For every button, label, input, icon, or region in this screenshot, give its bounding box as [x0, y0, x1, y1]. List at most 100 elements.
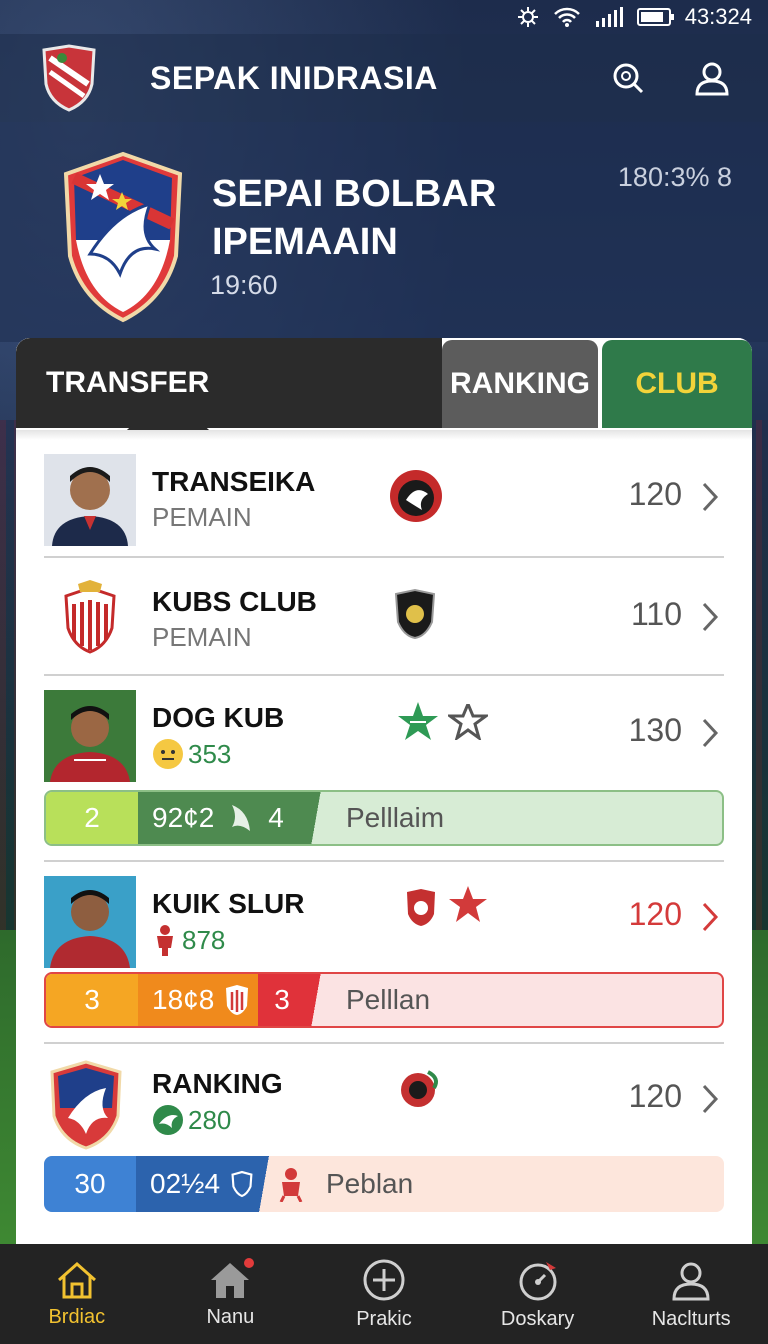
settings-status-icon	[517, 6, 539, 28]
list-item[interactable]: KUBS CLUB PEMAIN 110	[44, 570, 724, 674]
club-crest-icon	[64, 580, 116, 654]
list-item[interactable]: TRANSEIKA PEMAIN 120	[44, 450, 724, 554]
nav-item-doskary[interactable]: Doskary	[461, 1244, 615, 1344]
stat-bar-label: Pelllaim	[346, 802, 445, 833]
stat-bar-seg-b-value: 02½4	[150, 1168, 221, 1199]
nav-label: Naclturts	[651, 1307, 731, 1330]
search-icon[interactable]	[608, 58, 648, 98]
list-item[interactable]: RANKING 280 120	[44, 1056, 724, 1156]
player-name: TRANSEIKA	[152, 466, 316, 497]
nav-label: Prakic	[356, 1307, 412, 1330]
hero-title-line2: IPEMAAIN	[212, 221, 398, 263]
content-panel: TRANSFER RANKING CLUB TRANSEIKA PEMAIN 1…	[16, 338, 752, 1248]
club-role: PEMAIN	[152, 622, 252, 652]
player-score: 130	[628, 712, 682, 748]
player-stat: 353	[152, 738, 231, 770]
player-stat-value: 353	[188, 738, 232, 769]
home-icon	[57, 1261, 96, 1298]
club-crest-icon	[50, 1060, 122, 1150]
chevron-right-icon[interactable]	[696, 1082, 724, 1116]
status-time: 43:324	[684, 4, 752, 29]
nav-item-nanu[interactable]: Nanu	[154, 1244, 308, 1344]
club-badge-icon	[401, 1070, 438, 1107]
stat-bar-seg-b: 02½4	[136, 1156, 254, 1212]
bottom-navigation: Brdiac Nanu Prakic Doskary Naclturts	[0, 1244, 768, 1344]
profile-icon[interactable]	[692, 58, 732, 98]
chevron-right-icon[interactable]	[696, 716, 724, 750]
face-icon	[153, 739, 183, 769]
club-stat: 280	[152, 1104, 231, 1136]
stat-bar-seg-a: 2	[46, 792, 138, 844]
stat-bar-label: Peblan	[326, 1168, 414, 1199]
stat-bar-slant	[254, 1156, 274, 1212]
chevron-right-icon[interactable]	[696, 480, 724, 514]
nav-item-brdiac[interactable]: Brdiac	[0, 1244, 154, 1344]
player-name: KUIK SLUR	[152, 888, 305, 919]
club-name: KUBS CLUB	[152, 586, 317, 617]
player-stat-value: 878	[182, 924, 226, 955]
hero-meta: 180:3% 8	[617, 162, 732, 192]
tab-bar: TRANSFER RANKING CLUB	[16, 338, 752, 430]
timer-icon	[519, 1261, 557, 1300]
hero-subtitle: 19:60	[210, 270, 278, 300]
shield-icon	[231, 1170, 253, 1198]
divider	[44, 860, 724, 862]
nav-label: Doskary	[500, 1307, 575, 1330]
stat-bar-seg-a: 30	[44, 1156, 136, 1212]
signal-icon	[595, 7, 623, 27]
list-item[interactable]: KUIK SLUR 878 120	[44, 876, 724, 972]
player-figure-icon	[157, 925, 173, 956]
red-star-icon	[449, 886, 487, 922]
tab-transfer[interactable]: TRANSFER	[16, 338, 442, 428]
divider	[44, 674, 724, 676]
stat-bar-seg-b: 18¢8	[138, 974, 258, 1026]
player-stat: 878	[152, 924, 225, 956]
stat-bar[interactable]: 30 02½4 Peblan	[44, 1156, 724, 1212]
stat-bar-slant	[306, 974, 326, 1026]
stat-bar[interactable]: 3 18¢8 3 Pelllan	[44, 972, 724, 1028]
avatar	[44, 454, 136, 546]
club-score: 110	[630, 596, 682, 632]
green-star-icon	[398, 702, 438, 740]
stat-bar-seg-c: 4	[268, 802, 284, 833]
nav-item-prakic[interactable]: Prakic	[307, 1244, 461, 1344]
bird-badge-icon	[153, 1105, 183, 1135]
status-bar: 43:324	[0, 0, 768, 34]
stat-bar-seg-c: 3	[258, 974, 306, 1026]
tab-ranking[interactable]: RANKING	[442, 340, 598, 428]
stat-bar-seg-b: 92¢2 4	[138, 792, 306, 844]
list-item[interactable]: DOG KUB 353 130	[44, 690, 724, 786]
stat-bar-seg-a: 3	[46, 974, 138, 1026]
panel-shadow	[16, 430, 752, 440]
stat-bar-label: Pelllan	[346, 984, 431, 1015]
app-bar: SEPAK INIDRASIA	[0, 34, 768, 122]
chevron-right-icon[interactable]	[696, 600, 724, 634]
user-icon	[672, 1262, 710, 1300]
divider	[44, 1042, 724, 1044]
club-badge-icon	[394, 588, 436, 640]
notification-dot	[243, 1258, 254, 1268]
nav-label: Nanu	[206, 1305, 255, 1328]
stat-bar[interactable]: 2 92¢2 4 Pelllaim	[44, 790, 724, 846]
nav-label: Brdiac	[48, 1305, 106, 1328]
avatar	[44, 876, 136, 968]
tab-club[interactable]: CLUB	[602, 340, 752, 428]
stat-bar-seg-b-value: 18¢8	[152, 984, 215, 1015]
grey-star-icon	[448, 704, 488, 740]
player-score: 120	[628, 896, 682, 932]
divider	[44, 556, 724, 558]
nav-item-naclturts[interactable]: Naclturts	[614, 1244, 768, 1344]
stat-bar-slant	[306, 792, 326, 844]
club-score: 120	[628, 1078, 682, 1114]
chevron-right-icon[interactable]	[696, 900, 724, 934]
club-crest-icon	[63, 151, 183, 323]
hero-title-line1: SEPAI BOLBAR	[212, 173, 497, 215]
wing-icon	[232, 805, 251, 831]
app-title: SEPAK INIDRASIA	[150, 59, 438, 96]
club-badge-icon	[390, 470, 442, 522]
hero-title: SEPAI BOLBAR IPEMAAIN	[212, 170, 572, 266]
hero-section: SEPAI BOLBAR IPEMAAIN 19:60 180:3% 8	[0, 122, 768, 342]
player-name: DOG KUB	[152, 702, 285, 733]
player-role: PEMAIN	[152, 502, 252, 532]
club-stat-value: 280	[188, 1104, 232, 1135]
